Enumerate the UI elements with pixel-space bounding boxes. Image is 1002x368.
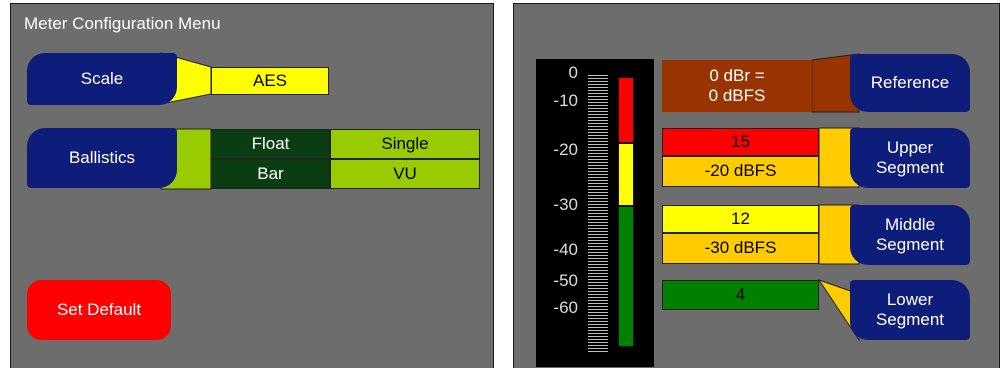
reference-button-label: Reference bbox=[870, 72, 950, 92]
upper-segment-threshold[interactable]: -20 dBFS bbox=[662, 156, 819, 187]
ballistics-option-single[interactable]: Single bbox=[330, 129, 480, 159]
lower-segment-button[interactable]: Lower Segment bbox=[850, 280, 970, 340]
ballistics-button-label: Ballistics bbox=[68, 147, 136, 167]
ballistics-option-float[interactable]: Float bbox=[211, 129, 330, 159]
scale-button[interactable]: Scale bbox=[27, 53, 177, 105]
middle-segment-value[interactable]: 12 bbox=[662, 205, 819, 233]
meter-middle-segment bbox=[618, 143, 634, 206]
tick-label: -50 bbox=[553, 271, 578, 290]
ballistics-button[interactable]: Ballistics bbox=[27, 128, 177, 188]
lower-segment-value[interactable]: 4 bbox=[662, 280, 819, 310]
meter-configuration-panel: Meter Configuration Menu Scale AES Balli… bbox=[10, 3, 494, 368]
scale-button-label: Scale bbox=[80, 68, 124, 88]
ballistics-option-bar[interactable]: Bar bbox=[211, 159, 330, 189]
tick-label: -40 bbox=[553, 240, 578, 259]
tick-label: -10 bbox=[553, 91, 578, 110]
meter-preview-panel: 0 -10 -20 -30 -40 -50 -60 0 dBr = 0 dBFS… bbox=[513, 3, 1000, 368]
middle-segment-button[interactable]: Middle Segment bbox=[850, 205, 970, 265]
reference-value[interactable]: 0 dBr = 0 dBFS bbox=[662, 60, 812, 112]
reference-button[interactable]: Reference bbox=[850, 54, 970, 112]
panel-title: Meter Configuration Menu bbox=[24, 14, 221, 33]
ballistics-option-vu[interactable]: VU bbox=[330, 159, 480, 189]
tick-label: 0 bbox=[568, 63, 578, 82]
tick-label: -60 bbox=[553, 298, 578, 317]
middle-segment-threshold[interactable]: -30 dBFS bbox=[662, 233, 819, 264]
meter-lower-segment bbox=[618, 206, 634, 347]
upper-segment-value[interactable]: 15 bbox=[662, 128, 819, 156]
tick-label: -20 bbox=[553, 140, 578, 159]
level-meter: 0 -10 -20 -30 -40 -50 -60 bbox=[536, 59, 654, 367]
meter-scale-strip bbox=[588, 75, 608, 353]
set-default-button[interactable]: Set Default bbox=[27, 280, 171, 340]
upper-segment-button[interactable]: Upper Segment bbox=[850, 128, 970, 188]
tick-label: -30 bbox=[553, 195, 578, 214]
scale-value[interactable]: AES bbox=[211, 67, 329, 95]
meter-upper-segment bbox=[618, 77, 634, 143]
